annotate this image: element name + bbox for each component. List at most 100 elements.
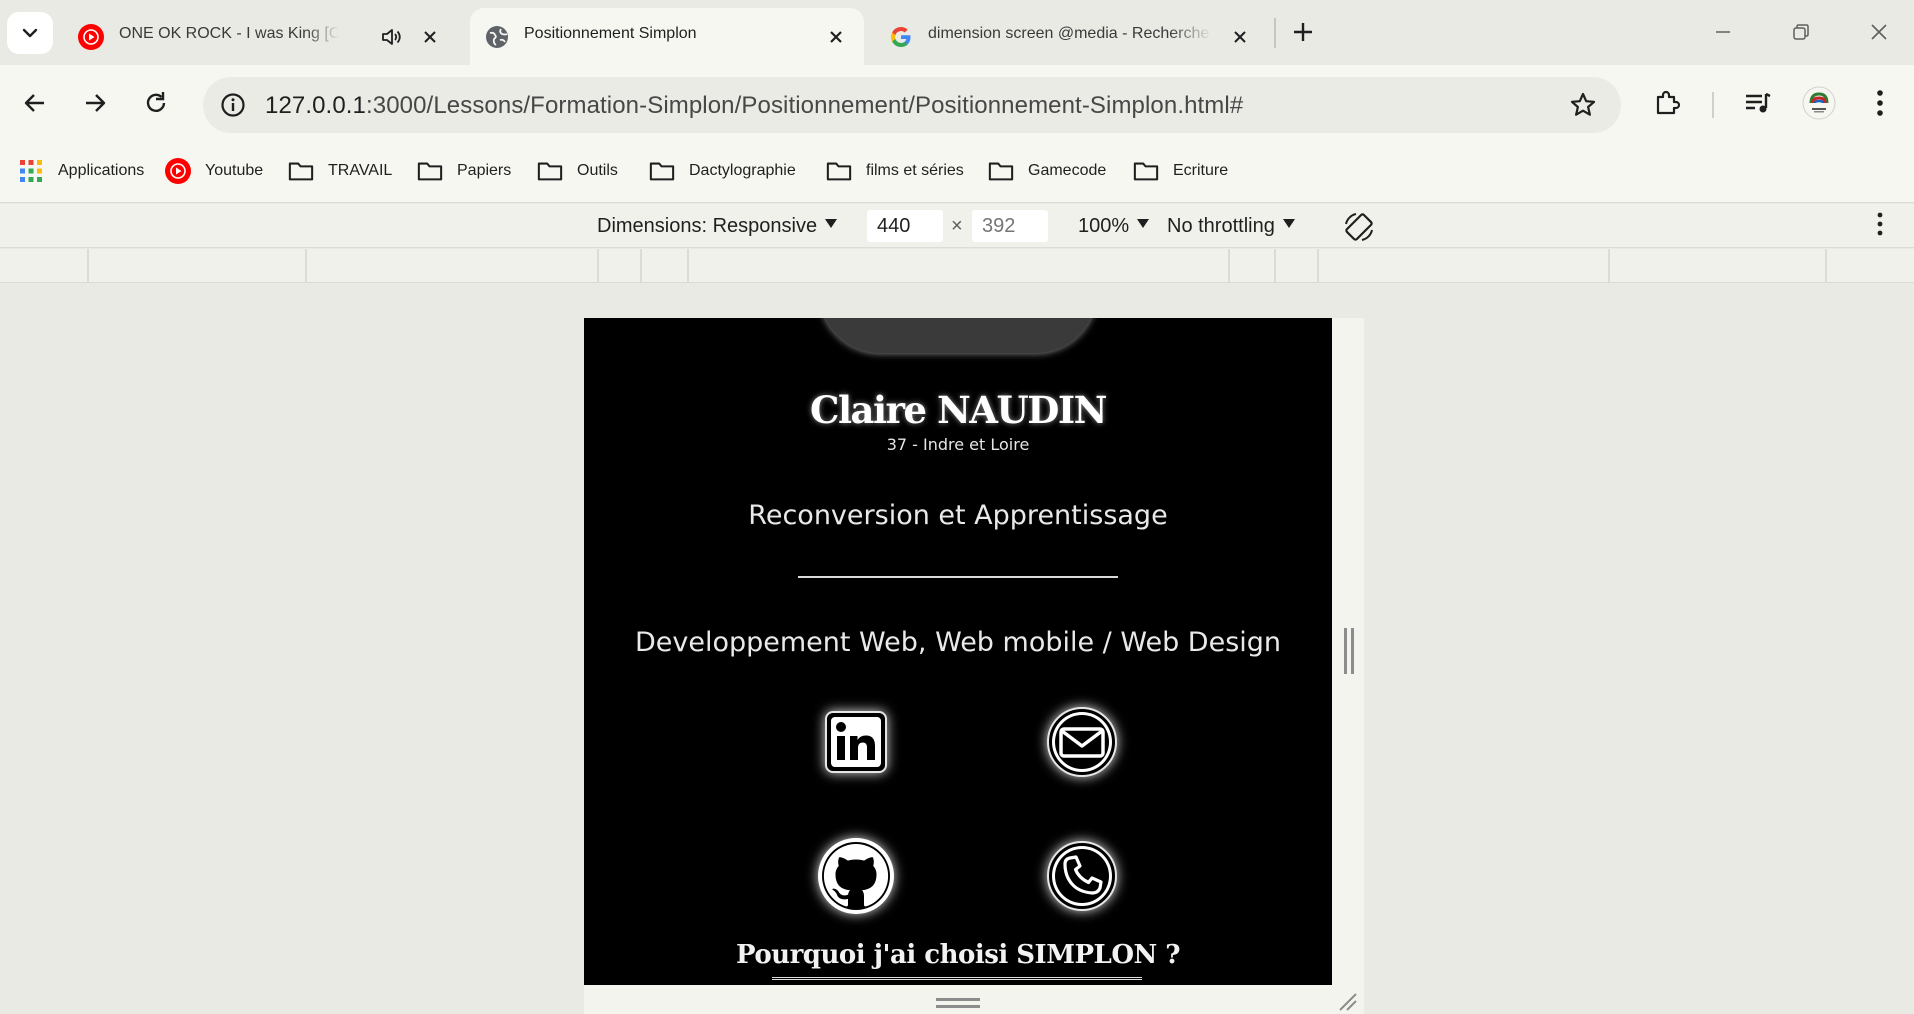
menu-button[interactable] xyxy=(1860,83,1900,123)
profile-name: Claire NAUDIN xyxy=(810,388,1107,432)
linkedin-icon[interactable] xyxy=(816,702,896,782)
close-icon[interactable] xyxy=(1228,25,1252,49)
back-button[interactable] xyxy=(15,83,55,123)
bookmark-label: Papiers xyxy=(457,162,512,179)
profile-subtitle: Reconversion et Apprentissage xyxy=(748,500,1168,531)
bookmark-folder-films[interactable]: films et séries xyxy=(826,155,964,187)
bookmark-label: Gamecode xyxy=(1028,162,1107,179)
browser-toolbar: 127.0.0.1:3000/Lessons/Formation-Simplon… xyxy=(0,65,1914,141)
emulated-viewport: Claire NAUDIN 37 - Indre et Loire Reconv… xyxy=(584,318,1332,985)
tab-title: dimension screen @media - Recherche Go xyxy=(928,25,1212,42)
dimensions-dropdown[interactable]: Dimensions: Responsive xyxy=(597,215,838,238)
bookmark-folder-travail[interactable]: TRAVAIL xyxy=(288,155,392,187)
plus-icon xyxy=(1294,23,1312,41)
chevron-down-icon xyxy=(22,28,38,38)
resize-corner-icon[interactable] xyxy=(1336,990,1358,1012)
heading-underline xyxy=(772,977,1142,980)
mail-icon[interactable] xyxy=(1042,702,1122,782)
bookmark-label: Youtube xyxy=(205,162,264,179)
new-tab-button[interactable] xyxy=(1288,17,1318,47)
bookmark-label: Outils xyxy=(577,162,618,179)
media-query-divider xyxy=(87,249,89,282)
folder-icon xyxy=(826,158,852,184)
tab-search-button[interactable] xyxy=(7,12,53,54)
restore-icon xyxy=(1793,24,1809,40)
dimension-separator: × xyxy=(951,215,963,237)
media-controls-button[interactable] xyxy=(1738,83,1778,123)
divider xyxy=(798,576,1118,578)
bookmark-folder-gamecode[interactable]: Gamecode xyxy=(988,155,1106,187)
media-query-bar[interactable] xyxy=(0,249,1914,283)
tab-title: ONE OK ROCK - I was King [Official V xyxy=(119,25,339,42)
minimize-button[interactable] xyxy=(1700,10,1746,54)
bookmark-applications[interactable]: Applications xyxy=(18,155,144,187)
globe-icon xyxy=(484,24,510,50)
throttling-dropdown[interactable]: No throttling xyxy=(1167,215,1295,238)
tab-youtube[interactable]: ONE OK ROCK - I was King [Official V xyxy=(68,8,458,65)
bookmark-label: Dactylographie xyxy=(689,162,796,179)
bookmark-folder-dactylographie[interactable]: Dactylographie xyxy=(649,155,796,187)
google-icon xyxy=(888,24,914,50)
zoom-dropdown[interactable]: 100% xyxy=(1078,215,1150,238)
media-query-divider xyxy=(1825,249,1827,282)
forward-button[interactable] xyxy=(75,83,115,123)
close-window-button[interactable] xyxy=(1856,10,1902,54)
media-query-divider xyxy=(305,249,307,282)
resize-handle-vertical[interactable] xyxy=(1344,628,1354,674)
restore-button[interactable] xyxy=(1778,10,1824,54)
why-simplon-heading: Pourquoi j'ai choisi SIMPLON ? xyxy=(735,940,1181,970)
extensions-button[interactable] xyxy=(1648,83,1688,123)
bookmark-folder-ecriture[interactable]: Ecriture xyxy=(1133,155,1228,187)
throttling-value: No throttling xyxy=(1167,215,1275,237)
phone-icon[interactable] xyxy=(1042,836,1122,916)
close-icon xyxy=(1871,24,1887,40)
kebab-menu-icon xyxy=(1877,90,1883,116)
bookmark-label: Applications xyxy=(58,162,145,179)
rotate-button[interactable] xyxy=(1342,210,1376,244)
media-query-divider xyxy=(1317,249,1319,282)
caret-down-icon xyxy=(1137,219,1150,228)
close-icon[interactable] xyxy=(418,25,442,49)
address-bar[interactable]: 127.0.0.1:3000/Lessons/Formation-Simplon… xyxy=(203,77,1621,133)
width-input[interactable] xyxy=(867,210,943,242)
youtube-music-icon xyxy=(165,158,191,184)
media-query-divider xyxy=(1274,249,1276,282)
header-banner xyxy=(820,318,1096,353)
avatar xyxy=(1802,86,1836,120)
url-text[interactable]: 127.0.0.1:3000/Lessons/Formation-Simplon… xyxy=(265,92,1243,120)
close-icon[interactable] xyxy=(824,25,848,49)
media-queue-icon xyxy=(1746,92,1771,113)
height-input[interactable] xyxy=(972,210,1048,242)
profile-avatar[interactable] xyxy=(1799,83,1839,123)
profile-specialty: Developpement Web, Web mobile / Web Desi… xyxy=(634,627,1282,658)
tab-title: Positionnement Simplon xyxy=(524,25,697,42)
profile-location: 37 - Indre et Loire xyxy=(886,435,1030,454)
bookmarks-bar: Applications Youtube TRAVAIL Papiers Out… xyxy=(0,141,1914,203)
caret-down-icon xyxy=(1282,219,1295,228)
bookmark-folder-outils[interactable]: Outils xyxy=(537,155,618,187)
folder-icon xyxy=(649,158,675,184)
github-icon[interactable] xyxy=(816,836,896,916)
bookmark-youtube[interactable]: Youtube xyxy=(165,155,263,187)
device-options-button[interactable] xyxy=(1876,212,1888,240)
tab-google-search[interactable]: dimension screen @media - Recherche Go xyxy=(876,8,1266,65)
rotate-icon xyxy=(1345,213,1373,241)
bookmark-folder-papiers[interactable]: Papiers xyxy=(417,155,511,187)
reload-icon xyxy=(146,92,166,112)
tab-positionnement[interactable]: Positionnement Simplon xyxy=(470,8,864,65)
tab-strip: ONE OK ROCK - I was King [Official V Pos… xyxy=(0,0,1914,65)
bookmark-star-icon[interactable] xyxy=(1567,89,1599,121)
minimize-icon xyxy=(1716,31,1730,33)
reload-button[interactable] xyxy=(136,83,176,123)
resize-handle-horizontal[interactable] xyxy=(936,998,980,1008)
youtube-music-icon xyxy=(78,24,104,50)
url-host: 127.0.0.1 xyxy=(265,92,366,119)
folder-icon xyxy=(1133,158,1159,184)
site-info-icon[interactable] xyxy=(215,87,251,123)
toolbar-separator xyxy=(1712,92,1714,118)
audio-playing-icon[interactable] xyxy=(380,25,404,54)
arrow-left-icon xyxy=(24,94,44,112)
folder-icon xyxy=(288,158,314,184)
media-query-divider xyxy=(1608,249,1610,282)
zoom-value: 100% xyxy=(1078,215,1130,237)
